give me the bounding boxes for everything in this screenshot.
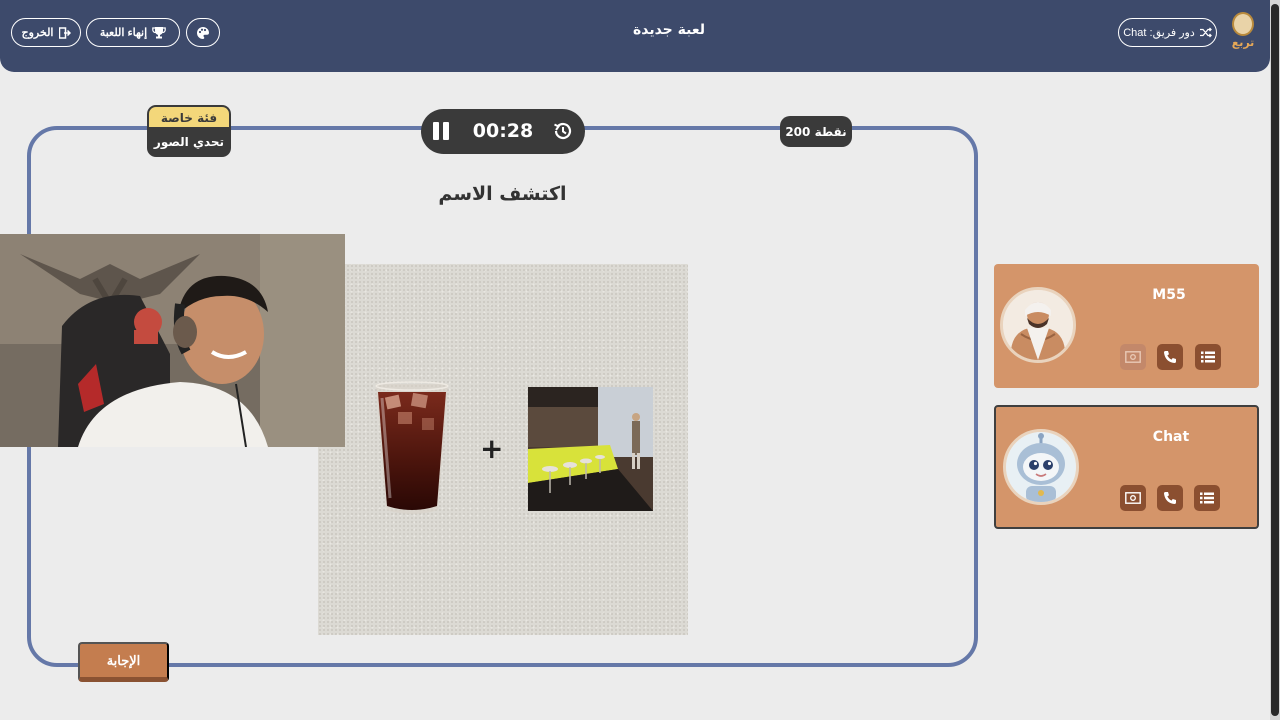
team-name: Chat	[1152, 429, 1190, 445]
money-tool-button[interactable]	[1120, 344, 1146, 370]
round-timer: 00:28	[421, 109, 585, 154]
history-icon[interactable]	[552, 120, 574, 142]
end-game-label: إنهاء اللعبة	[99, 27, 148, 39]
logo-text: تربع	[1231, 36, 1255, 49]
logout-icon	[58, 26, 71, 39]
trophy-icon	[152, 27, 166, 39]
plus-sign: +	[480, 432, 504, 465]
webcam-overlay	[0, 234, 345, 447]
scrollbar-thumb[interactable]	[1271, 4, 1279, 716]
turn-indicator-button[interactable]: دور فريق: Chat	[1118, 18, 1217, 47]
pause-icon[interactable]	[433, 122, 451, 142]
timer-value: 00:28	[472, 120, 534, 142]
phone-icon	[1164, 351, 1176, 363]
list-icon	[1201, 351, 1215, 363]
phone-icon	[1164, 492, 1176, 504]
cola-glass-image	[375, 381, 449, 514]
top-header: الخروج إنهاء اللعبة لعبة جديدة دور فريق:…	[0, 0, 1270, 72]
palette-icon	[197, 26, 209, 39]
list-icon	[1200, 492, 1214, 504]
team-avatar-chat	[1003, 429, 1079, 505]
points-badge: 200 نقطة	[780, 116, 852, 147]
brand-logo: تربع	[1229, 12, 1257, 54]
call-tool-button[interactable]	[1157, 344, 1183, 370]
exit-label: الخروج	[21, 27, 54, 39]
question-text: اكتشف الاسم	[438, 183, 567, 205]
team-card-chat[interactable]: Chat	[994, 405, 1259, 529]
money-icon	[1125, 351, 1141, 363]
list-tool-button[interactable]	[1195, 344, 1221, 370]
turn-label: دور فريق: Chat	[1123, 27, 1195, 39]
team-avatar-m55	[1000, 287, 1076, 363]
category-name: تحدي الصور	[147, 127, 231, 157]
page-title: لعبة جديدة	[632, 22, 706, 38]
answer-button[interactable]: الإجابة	[78, 642, 169, 682]
call-tool-button[interactable]	[1157, 485, 1183, 511]
money-tool-button[interactable]	[1120, 485, 1146, 511]
list-tool-button[interactable]	[1194, 485, 1220, 511]
money-icon	[1125, 492, 1141, 504]
team-name: M55	[1152, 287, 1186, 303]
end-game-button[interactable]: إنهاء اللعبة	[86, 18, 180, 47]
theme-button[interactable]	[186, 18, 220, 47]
category-tag: فئة خاصة	[147, 105, 231, 129]
cafe-bar-image	[528, 387, 653, 511]
exit-button[interactable]: الخروج	[11, 18, 81, 47]
shuffle-icon	[1199, 27, 1212, 38]
team-card-m55[interactable]: M55	[994, 264, 1259, 388]
